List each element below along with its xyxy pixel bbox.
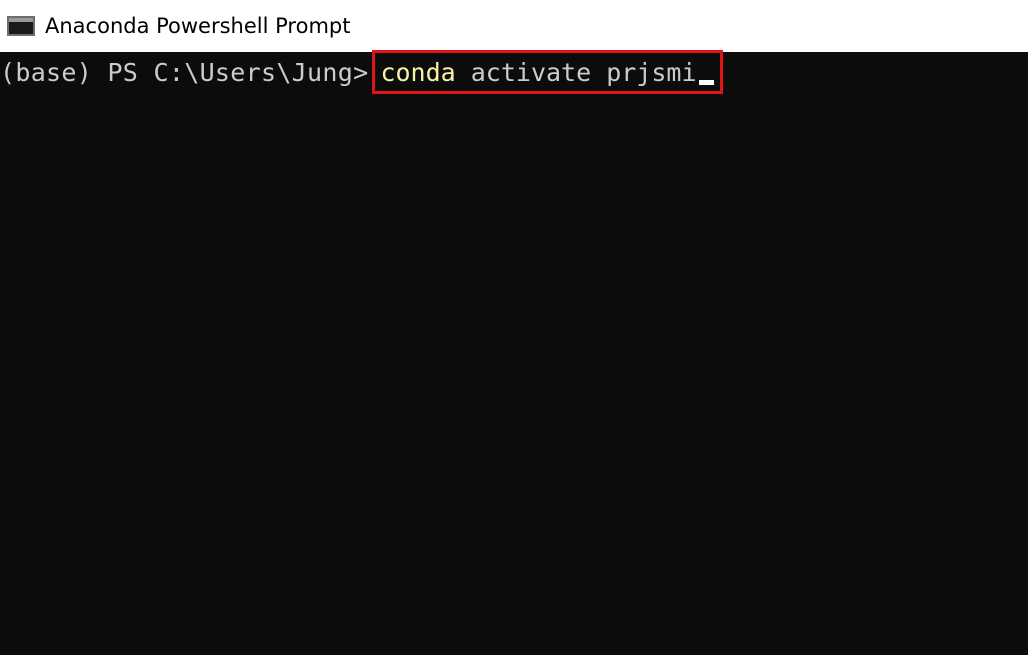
text-cursor bbox=[698, 80, 714, 85]
command-name: conda bbox=[380, 57, 456, 87]
command-arguments: activate prjsmi bbox=[455, 57, 697, 87]
prompt-path: (base) PS C:\Users\Jung> bbox=[0, 57, 369, 87]
window-title: Anaconda Powershell Prompt bbox=[45, 14, 351, 38]
highlighted-command: conda activate prjsmi bbox=[372, 50, 723, 94]
console-area[interactable]: (base) PS C:\Users\Jung> conda activate … bbox=[0, 50, 1028, 655]
title-bar[interactable]: Anaconda Powershell Prompt bbox=[0, 0, 1028, 52]
prompt-line: (base) PS C:\Users\Jung> conda activate … bbox=[0, 50, 723, 94]
terminal-icon bbox=[7, 16, 35, 36]
terminal-window: Anaconda Powershell Prompt (base) PS C:\… bbox=[0, 0, 1028, 655]
